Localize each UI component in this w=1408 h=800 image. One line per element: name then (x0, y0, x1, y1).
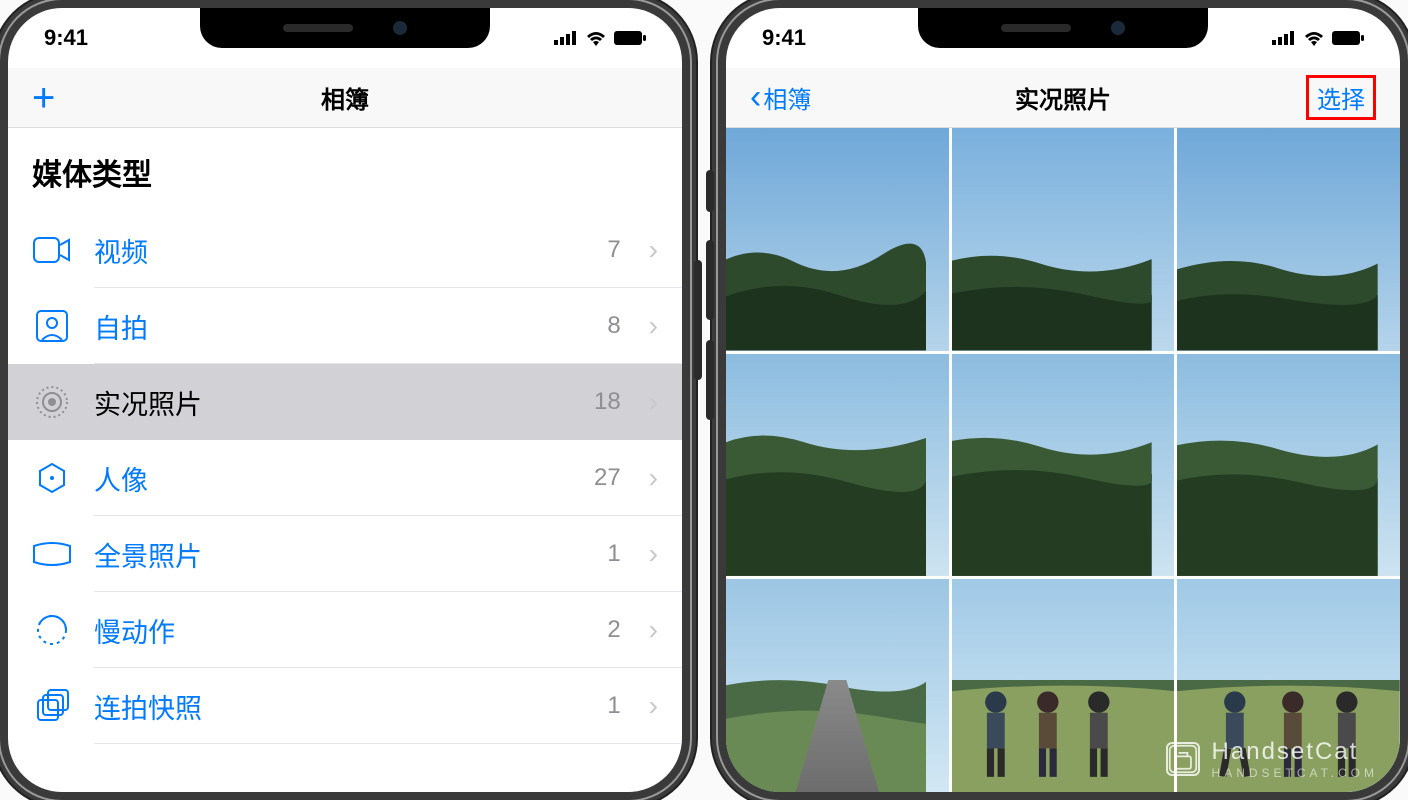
back-button[interactable]: ‹ 相簿 (750, 80, 811, 115)
photo-thumbnail[interactable] (952, 354, 1175, 577)
photo-thumbnail[interactable] (1177, 128, 1400, 351)
photo-thumbnail[interactable] (1177, 354, 1400, 577)
list-item-burst[interactable]: 连拍快照 1 › (8, 668, 682, 744)
burst-icon (32, 686, 72, 726)
nav-bar: + 相簿 (8, 68, 682, 128)
watermark: HandsetCat HANDSETCAT.COM (1166, 738, 1378, 780)
list-item-count: 1 (607, 692, 620, 720)
notch (918, 8, 1208, 48)
list-item-count: 27 (594, 464, 621, 492)
phone-mockup-left: 9:41 + 相簿 媒体类型 视频 7 › (0, 0, 690, 800)
list-item-label: 连拍快照 (94, 687, 585, 726)
chevron-right-icon: › (649, 234, 658, 266)
section-header: 媒体类型 (8, 128, 682, 212)
side-button (706, 340, 714, 420)
list-item-label: 全景照片 (94, 535, 585, 574)
list-item-portrait[interactable]: 人像 27 › (8, 440, 682, 516)
list-item-video[interactable]: 视频 7 › (8, 212, 682, 288)
chevron-right-icon: › (649, 386, 658, 418)
add-button[interactable]: + (32, 78, 55, 118)
chevron-right-icon: › (649, 310, 658, 342)
list-item-panorama[interactable]: 全景照片 1 › (8, 516, 682, 592)
side-button (706, 240, 714, 320)
list-item-selfie[interactable]: 自拍 8 › (8, 288, 682, 364)
wifi-icon (585, 30, 607, 46)
list-item-count: 7 (607, 236, 620, 264)
media-type-list: 视频 7 › 自拍 8 › 实况照片 18 › (8, 212, 682, 744)
chevron-right-icon: › (649, 538, 658, 570)
portrait-icon (32, 458, 72, 498)
chevron-right-icon: › (649, 690, 658, 722)
side-button (706, 170, 714, 212)
status-time: 9:41 (762, 25, 806, 51)
phone-mockup-right: 9:41 ‹ 相簿 实况照片 选择 (718, 0, 1408, 800)
list-item-label: 人像 (94, 459, 572, 498)
list-item-label: 视频 (94, 231, 585, 270)
chevron-right-icon: › (649, 614, 658, 646)
status-time: 9:41 (44, 25, 88, 51)
list-item-slo-mo[interactable]: 慢动作 2 › (8, 592, 682, 668)
video-icon (32, 230, 72, 270)
battery-icon (614, 31, 646, 45)
nav-bar: ‹ 相簿 实况照片 选择 (726, 68, 1400, 128)
photo-thumbnail[interactable] (726, 579, 949, 792)
battery-icon (1332, 31, 1364, 45)
photo-grid (726, 128, 1400, 792)
notch (200, 8, 490, 48)
signal-icon (1272, 31, 1296, 45)
list-item-label: 自拍 (94, 307, 585, 346)
wifi-icon (1303, 30, 1325, 46)
watermark-url: HANDSETCAT.COM (1212, 766, 1378, 780)
live-photo-icon (32, 382, 72, 422)
watermark-title: HandsetCat (1212, 738, 1378, 766)
chevron-right-icon: › (649, 462, 658, 494)
chevron-left-icon: ‹ (750, 84, 761, 111)
selfie-icon (32, 306, 72, 346)
list-item-count: 2 (607, 616, 620, 644)
watermark-icon (1166, 742, 1200, 776)
photo-thumbnail[interactable] (726, 128, 949, 351)
nav-title: 实况照片 (1015, 80, 1111, 115)
signal-icon (554, 31, 578, 45)
select-button[interactable]: 选择 (1306, 75, 1376, 120)
slo-mo-icon (32, 610, 72, 650)
list-item-count: 8 (607, 312, 620, 340)
nav-title: 相簿 (321, 80, 369, 115)
list-item-live-photo[interactable]: 实况照片 18 › (8, 364, 682, 440)
list-item-label: 慢动作 (94, 611, 585, 650)
list-item-count: 1 (607, 540, 620, 568)
list-item-label: 实况照片 (94, 383, 572, 422)
back-label: 相簿 (763, 80, 811, 115)
side-button (694, 260, 702, 380)
photo-thumbnail[interactable] (952, 579, 1175, 792)
photo-thumbnail[interactable] (726, 354, 949, 577)
list-item-count: 18 (594, 388, 621, 416)
panorama-icon (32, 534, 72, 574)
photo-thumbnail[interactable] (952, 128, 1175, 351)
